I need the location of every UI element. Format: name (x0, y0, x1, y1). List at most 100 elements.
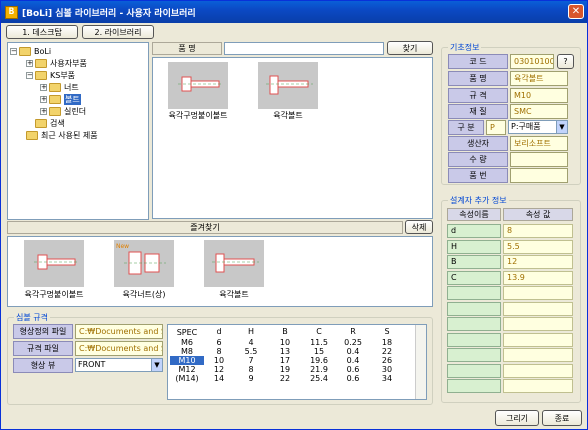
attr-name-cell[interactable] (447, 286, 501, 300)
expand-icon[interactable]: + (40, 108, 47, 115)
code-field[interactable]: 030101001 (510, 54, 554, 69)
favorite-thumbnail[interactable]: New (114, 240, 174, 287)
spec-header: C (316, 327, 322, 336)
material-field[interactable]: SMC (510, 104, 568, 119)
spec-cell: 10 (213, 356, 225, 365)
results-panel: 육각구멍붙이볼트 육각볼트 (152, 57, 433, 219)
chevron-down-icon[interactable]: ▼ (556, 121, 567, 133)
expand-icon[interactable]: + (40, 84, 47, 91)
favorite-caption: 육각너트(상) (122, 290, 166, 299)
attr-value-cell[interactable] (503, 348, 573, 362)
spec-table-row[interactable]: M8 8 5.5 13 15 0.4 22 (168, 347, 416, 356)
find-button[interactable]: 찾기 (387, 41, 433, 55)
shape-view-select[interactable]: FRONT ▼ (75, 358, 163, 372)
attr-name-cell[interactable] (447, 379, 501, 393)
expand-icon[interactable]: + (26, 60, 33, 67)
spec-cell: 11.5 (310, 338, 328, 347)
attr-value-cell[interactable] (503, 379, 573, 393)
collapse-icon[interactable]: − (10, 48, 17, 55)
attr-name-cell[interactable] (447, 317, 501, 331)
tree-item-bolt[interactable]: + 볼트 (40, 94, 81, 105)
spec-file-field[interactable]: C:₩Documents and S (75, 341, 163, 356)
help-button[interactable]: ? (557, 54, 574, 69)
spec-cell: 22 (381, 347, 393, 356)
socket-bolt-icon (178, 76, 223, 92)
material-label: 재 질 (448, 104, 508, 119)
spec-table[interactable]: SPEC d H B C R S M6 6 4 10 11.5 0.25 18 M8 8 5.5 1… (167, 324, 427, 400)
attr-name-cell[interactable]: d (447, 224, 501, 238)
delete-button[interactable]: 삭제 (405, 220, 433, 234)
favorite-caption: 육각구멍붙이볼트 (24, 290, 84, 299)
attr-value-cell[interactable]: 13.9 (503, 270, 573, 285)
attr-value-cell[interactable] (503, 332, 573, 347)
spec-scrollbar[interactable] (415, 325, 426, 399)
attr-value-cell[interactable]: 5.5 (503, 239, 573, 254)
attr-value-header: 속성 값 (503, 208, 573, 221)
tree-item-recent[interactable]: 최근 사용된 제품 (26, 130, 98, 141)
tree-item-cylinder[interactable]: + 실린더 (40, 106, 86, 117)
attr-name-cell[interactable]: B (447, 255, 501, 269)
attr-name-cell[interactable]: H (447, 239, 501, 254)
spec-cell: 25.4 (310, 374, 328, 383)
tab-desktop[interactable]: 1. 데스크탑 (6, 25, 78, 39)
tree-label: KS부품 (50, 71, 76, 80)
product-name-search-input[interactable] (224, 42, 384, 55)
tree-root[interactable]: − BoLi (10, 46, 51, 57)
close-button[interactable]: ✕ (568, 4, 584, 19)
spec-table-row[interactable]: M12 12 8 19 21.9 0.6 30 (168, 365, 416, 374)
spec-table-row[interactable]: M6 6 4 10 11.5 0.25 18 (168, 338, 416, 347)
type-select[interactable]: P:구매품 ▼ (508, 120, 568, 134)
expand-icon[interactable]: + (40, 96, 47, 103)
library-window: B [BoLi] 심볼 라이브러리 - 사용자 라이브러리 ✕ 1. 데스크탑 … (0, 0, 588, 430)
shape-def-file-field[interactable]: C:₩Documents and S (75, 324, 163, 339)
designer-attrs-title: 설계자 추가 정보 (448, 195, 509, 206)
attr-value-cell[interactable]: 8 (503, 224, 573, 238)
part-no-field[interactable] (510, 168, 568, 183)
category-tree: − BoLi + 사용자부품 − KS부품 + 너트 + 볼트 + 실린더 검색… (7, 42, 149, 220)
title-bar: B [BoLi] 심볼 라이브러리 - 사용자 라이브러리 ✕ (1, 1, 587, 23)
favorite-thumbnail[interactable] (204, 240, 264, 287)
attr-name-cell[interactable] (447, 301, 501, 316)
spec-cell: 17 (279, 356, 291, 365)
spec-cell: 22 (279, 374, 291, 383)
attr-value-cell[interactable] (503, 363, 573, 378)
result-thumbnail[interactable] (168, 62, 228, 109)
tree-item-nut[interactable]: + 너트 (40, 82, 79, 93)
folder-icon (49, 95, 61, 104)
favorite-thumbnail[interactable] (24, 240, 84, 287)
socket-bolt-icon (34, 254, 79, 270)
spec-file-label: 규격 파일 (13, 341, 73, 356)
type-code-field[interactable]: P (486, 120, 506, 135)
attr-value-cell[interactable] (503, 301, 573, 316)
result-thumbnail[interactable] (258, 62, 318, 109)
spec-cell: 7 (248, 356, 254, 365)
spec-table-row[interactable]: M10 10 7 17 19.6 0.4 26 (168, 356, 416, 365)
spec-cell: 6 (216, 338, 222, 347)
attr-name-cell[interactable] (447, 363, 501, 378)
tree-item-search[interactable]: 검색 (35, 118, 65, 129)
tree-item-user-parts[interactable]: + 사용자부품 (26, 58, 87, 69)
spec-header: S (384, 327, 390, 336)
maker-field[interactable]: 보리소프트 (510, 136, 568, 151)
attr-name-cell[interactable] (447, 332, 501, 347)
attr-value-cell[interactable] (503, 286, 573, 300)
type-value: P:구매품 (511, 122, 541, 131)
exit-button[interactable]: 종료 (542, 410, 582, 426)
tree-label: 실린더 (64, 107, 87, 116)
attr-value-cell[interactable] (503, 317, 573, 331)
tree-item-ks-parts[interactable]: − KS부품 (26, 70, 75, 81)
attr-name-cell[interactable] (447, 348, 501, 362)
name-field[interactable]: 육각볼트 (510, 71, 568, 86)
spec-table-row[interactable]: (M14) 14 9 22 25.4 0.6 34 (168, 374, 416, 383)
attr-name-cell[interactable]: C (447, 270, 501, 285)
symbol-spec-title: 심볼 규격 (14, 312, 50, 323)
spec-cell: 8 (216, 347, 222, 356)
folder-icon (35, 119, 47, 128)
chevron-down-icon[interactable]: ▼ (151, 359, 162, 371)
collapse-icon[interactable]: − (26, 72, 33, 79)
draw-button[interactable]: 그리기 (495, 410, 539, 426)
attr-value-cell[interactable]: 12 (503, 255, 573, 269)
spec-field[interactable]: M10 (510, 88, 568, 103)
tab-library[interactable]: 2. 라이브러리 (82, 25, 154, 39)
quantity-field[interactable] (510, 152, 568, 167)
